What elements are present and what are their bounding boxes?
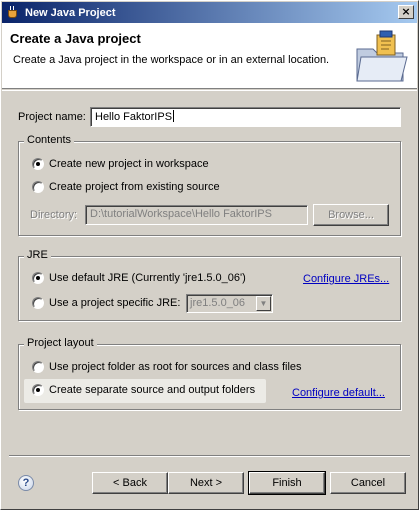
radio-label: Create project from existing source xyxy=(49,181,220,193)
browse-button[interactable]: Browse... xyxy=(313,204,389,226)
wizard-description: Create a Java project in the workspace o… xyxy=(13,54,330,66)
radio-button[interactable] xyxy=(32,272,44,284)
radio-use-default-jre[interactable]: Use default JRE (Currently 'jre1.5.0_06'… xyxy=(32,272,246,284)
cancel-button[interactable]: Cancel xyxy=(330,472,406,494)
configure-default-link[interactable]: Configure default... xyxy=(292,387,385,399)
java-project-folder-icon xyxy=(356,30,408,82)
radio-label: Use a project specific JRE: xyxy=(49,297,181,309)
radio-label: Create separate source and output folder… xyxy=(49,384,256,396)
help-icon[interactable]: ? xyxy=(18,475,34,491)
text-caret xyxy=(173,110,175,122)
project-name-label: Project name: xyxy=(18,111,86,123)
radio-project-folder-as-root[interactable]: Use project folder as root for sources a… xyxy=(32,361,302,373)
project-layout-group-label: Project layout xyxy=(24,337,97,349)
new-java-project-dialog: New Java Project × Create a Java project… xyxy=(0,0,419,510)
radio-button[interactable] xyxy=(32,297,44,309)
back-button[interactable]: < Back xyxy=(92,472,168,494)
radio-button[interactable] xyxy=(32,361,44,373)
radio-label: Use default JRE (Currently 'jre1.5.0_06'… xyxy=(49,272,246,284)
java-cup-icon xyxy=(6,5,20,20)
window-title: New Java Project xyxy=(25,6,116,19)
close-button[interactable]: × xyxy=(398,5,414,19)
configure-jres-link[interactable]: Configure JREs... xyxy=(303,273,389,285)
project-name-input[interactable]: Hello FaktorIPS xyxy=(90,107,401,127)
wizard-title: Create a Java project xyxy=(10,31,141,46)
radio-separate-source-output[interactable]: Create separate source and output folder… xyxy=(32,384,255,396)
banner-divider xyxy=(2,90,417,91)
radio-button[interactable] xyxy=(32,384,44,396)
finish-button[interactable]: Finish xyxy=(248,471,326,495)
project-name-value: Hello FaktorIPS xyxy=(95,111,173,123)
radio-button[interactable] xyxy=(32,158,44,170)
title-bar[interactable]: New Java Project × xyxy=(2,2,417,23)
radio-label: Use project folder as root for sources a… xyxy=(49,361,302,373)
contents-group-label: Contents xyxy=(24,134,75,146)
chevron-down-icon[interactable]: ▼ xyxy=(256,296,271,311)
next-button[interactable]: Next > xyxy=(168,472,244,494)
directory-label: Directory: xyxy=(30,209,78,221)
radio-create-from-existing[interactable]: Create project from existing source xyxy=(32,181,220,193)
radio-label: Create new project in workspace xyxy=(49,158,209,170)
radio-project-specific-jre[interactable]: Use a project specific JRE: xyxy=(32,297,180,309)
radio-create-new-project[interactable]: Create new project in workspace xyxy=(32,158,209,170)
radio-button[interactable] xyxy=(32,181,44,193)
wizard-banner: Create a Java project Create a Java proj… xyxy=(2,23,417,89)
directory-input[interactable]: D:\tutorialWorkspace\Hello FaktorIPS xyxy=(85,205,308,225)
jre-select-value: jre1.5.0_06 xyxy=(190,297,246,309)
jre-group-label: JRE xyxy=(24,249,51,261)
button-bar-divider xyxy=(9,455,410,457)
jre-select[interactable]: jre1.5.0_06 ▼ xyxy=(186,294,273,313)
